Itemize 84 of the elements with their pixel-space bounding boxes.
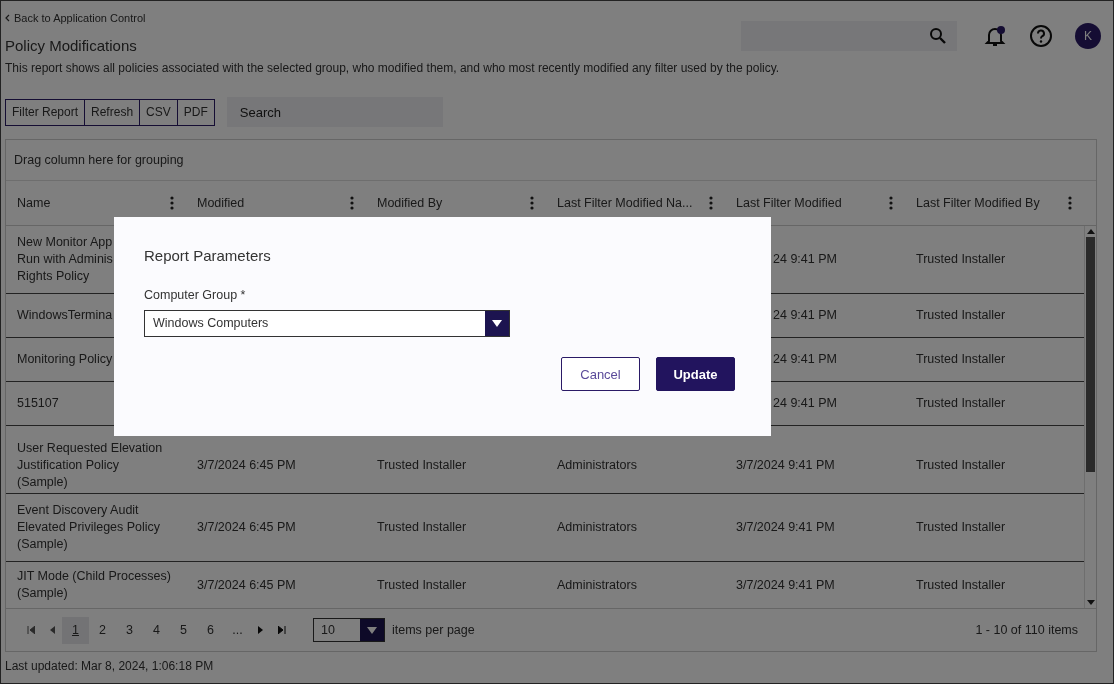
column-title: Last Filter Modified By: [916, 196, 1040, 210]
search-icon: [929, 26, 947, 45]
table-cell: WindowsTermina: [17, 307, 113, 324]
last-page-icon[interactable]: [278, 626, 286, 634]
table-cell: 3/7/2024 9:41 PM: [736, 519, 835, 536]
kebab-menu-icon[interactable]: [170, 196, 174, 210]
column-header[interactable]: Modified By: [366, 181, 546, 225]
page-link[interactable]: 4: [143, 616, 170, 644]
page-link[interactable]: 2: [89, 616, 116, 644]
first-page-icon[interactable]: [27, 626, 35, 634]
column-header[interactable]: Name: [6, 181, 186, 225]
table-cell: 3/7/2024 6:45 PM: [197, 457, 296, 474]
table-cell: Monitoring Policy: [17, 351, 113, 368]
table-cell: Trusted Installer: [916, 457, 1006, 474]
kebab-menu-icon[interactable]: [1068, 196, 1072, 210]
table-cell: Administrators: [557, 519, 637, 536]
table-cell: Trusted Installer: [916, 395, 1006, 412]
back-link[interactable]: Back to Application Control: [5, 12, 146, 24]
table-cell: Administrators: [557, 457, 637, 474]
kebab-menu-icon[interactable]: [350, 196, 354, 210]
search-field[interactable]: [741, 20, 957, 51]
column-header[interactable]: Last Filter Modified By: [905, 181, 1084, 225]
column-title: Modified By: [377, 196, 443, 210]
table-cell: Trusted Installer: [916, 519, 1006, 536]
table-cell: Trusted Installer: [916, 576, 1006, 594]
table-cell: 3/7/2024 9:41 PM: [736, 457, 835, 474]
page-link[interactable]: ...: [224, 616, 251, 644]
column-header[interactable]: Last Filter Modified: [725, 181, 905, 225]
table-cell: JIT Mode (Child Processes) (Sample): [17, 568, 171, 602]
table-cell: New Monitor App Run with Adminis Rights Policy: [17, 234, 113, 285]
pager-summary: 1 - 10 of 110 items: [975, 623, 1078, 637]
table-cell: 3/7/2024 6:45 PM: [197, 519, 296, 536]
table-cell: 24 9:41 PM: [773, 351, 837, 368]
dialog-title: Report Parameters: [144, 247, 272, 264]
grouping-hint: Drag column here for grouping: [6, 140, 1096, 181]
page-size-dropdown[interactable]: 10: [313, 618, 385, 642]
scroll-up-icon[interactable]: [1086, 229, 1095, 234]
scrollbar[interactable]: [1084, 226, 1096, 608]
kebab-menu-icon[interactable]: [709, 196, 713, 210]
table-cell: Trusted Installer: [377, 576, 467, 594]
report-description: This report shows all policies associated with the selected group, who modified them, and who most recently modified any filter used by the policy.: [4, 60, 781, 75]
previous-page-icon[interactable]: [49, 626, 55, 634]
table-cell: Event Discovery Audit Elevated Privileges Policy (Sample): [17, 502, 161, 553]
chevron-left-icon: [5, 14, 10, 22]
computer-group-dropdown[interactable]: Windows Computers: [144, 310, 510, 337]
table-cell: Trusted Installer: [377, 457, 467, 474]
page-link[interactable]: 6: [197, 616, 224, 644]
table-cell: 515107: [17, 395, 59, 412]
table-cell: Trusted Installer: [916, 307, 1006, 324]
column-title: Modified: [197, 196, 245, 210]
update-button[interactable]: Update: [656, 357, 735, 391]
dropdown-arrow-icon: [367, 626, 377, 634]
table-cell: Trusted Installer: [916, 251, 1006, 268]
table-cell: 24 9:41 PM: [773, 307, 837, 324]
field-label: Computer Group *: [144, 288, 247, 302]
table-cell: 3/7/2024 6:45 PM: [197, 576, 296, 594]
table-cell: Administrators: [557, 576, 637, 594]
column-title: Last Filter Modified: [736, 196, 842, 210]
page-link[interactable]: 5: [170, 616, 197, 644]
table-cell: 24 9:41 PM: [773, 251, 837, 268]
page-title: Policy Modifications: [5, 37, 138, 54]
table-cell: 3/7/2024 9:41 PM: [736, 576, 835, 594]
table-cell: Trusted Installer: [377, 519, 467, 536]
dropdown-arrow-icon: [492, 320, 502, 327]
column-header[interactable]: Last Filter Modified Na...: [546, 181, 725, 225]
kebab-menu-icon[interactable]: [889, 196, 893, 210]
help-icon[interactable]: [1029, 23, 1053, 48]
column-header[interactable]: Modified: [186, 181, 366, 225]
column-title: Last Filter Modified Na...: [557, 196, 693, 210]
column-title: Name: [17, 196, 51, 210]
table-cell: 24 9:41 PM: [773, 395, 837, 412]
page-size-label: items per page: [392, 623, 475, 637]
search-field[interactable]: Search: [226, 97, 443, 127]
page-link[interactable]: 3: [116, 616, 143, 644]
cancel-button[interactable]: Cancel: [561, 357, 640, 391]
page-link[interactable]: 1: [62, 616, 89, 644]
kebab-menu-icon[interactable]: [530, 196, 534, 210]
table-cell: Trusted Installer: [916, 351, 1006, 368]
user-avatar[interactable]: K: [1075, 22, 1101, 49]
scroll-down-icon[interactable]: [1086, 600, 1095, 605]
bell-icon[interactable]: [983, 23, 1007, 48]
last-updated: Last updated: Mar 8, 2024, 1:06:18 PM: [4, 658, 215, 673]
next-page-icon[interactable]: [258, 626, 264, 634]
table-cell: User Requested Elevation Justification Policy (Sample): [17, 440, 163, 491]
